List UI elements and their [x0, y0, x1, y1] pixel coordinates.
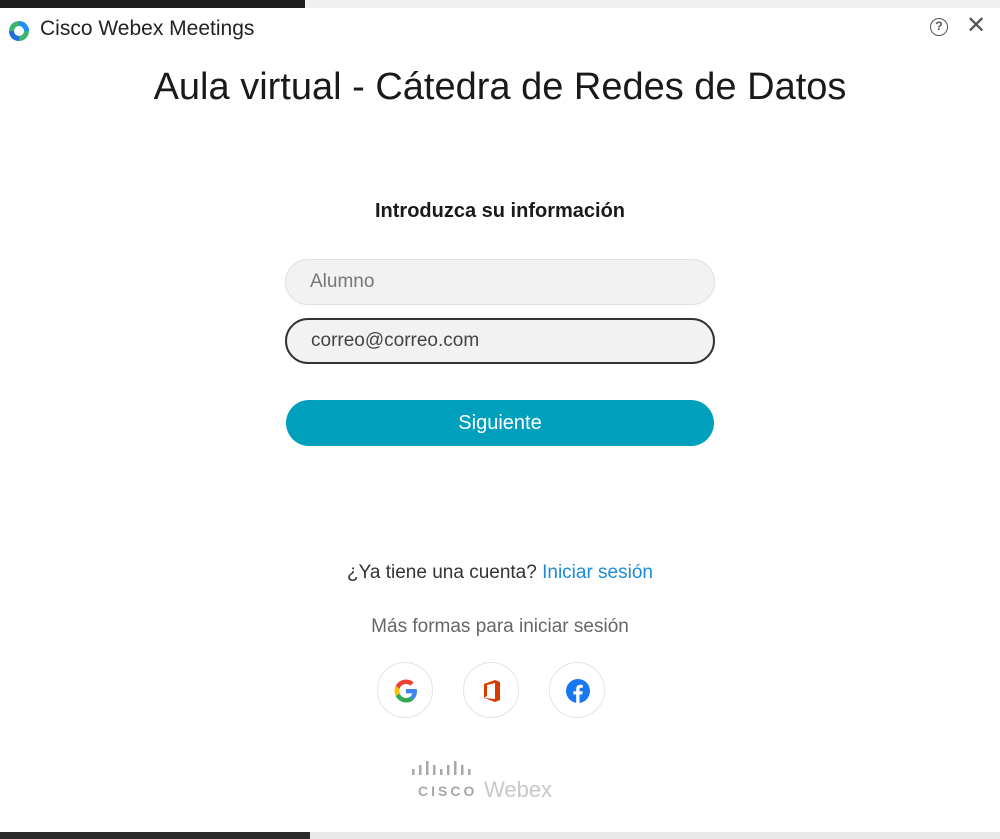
help-icon[interactable]: ? [930, 18, 948, 36]
close-icon[interactable]: ✕ [964, 14, 988, 38]
webex-app-icon [9, 21, 29, 41]
cisco-bars-icon [412, 761, 471, 775]
app-title: Cisco Webex Meetings [40, 17, 255, 40]
background-desktop-bottom [0, 832, 1000, 839]
background-window-behind-bottom [310, 832, 1000, 839]
form-heading: Introduzca su información [374, 200, 626, 222]
cisco-wordmark: CISCO [418, 783, 478, 799]
webex-wordmark: Webex [484, 777, 553, 802]
office-icon [484, 680, 500, 702]
title-bar: Cisco Webex Meetings ? ✕ [0, 8, 1000, 50]
meeting-title: Aula virtual - Cátedra de Redes de Datos [153, 66, 847, 108]
email-field[interactable] [285, 318, 715, 364]
facebook-icon [566, 679, 590, 703]
background-desktop-top [0, 0, 1000, 8]
more-signin-options-label: Más formas para iniciar sesión [371, 616, 629, 637]
facebook-signin-button[interactable] [549, 662, 605, 718]
google-icon [394, 679, 417, 703]
signin-link[interactable]: Iniciar sesión [542, 562, 653, 583]
cisco-webex-logo: CISCO Webex [410, 760, 570, 802]
account-line: ¿Ya tiene una cuenta? Iniciar sesión [0, 562, 1000, 584]
google-signin-button[interactable] [377, 662, 433, 718]
account-question: ¿Ya tiene una cuenta? [347, 562, 537, 583]
next-button[interactable]: Siguiente [286, 400, 714, 446]
background-window-behind [305, 0, 1000, 8]
office-signin-button[interactable] [463, 662, 519, 718]
webex-join-window: Cisco Webex Meetings ? ✕ Aula virtual - … [0, 8, 1000, 832]
name-field[interactable] [285, 259, 715, 305]
